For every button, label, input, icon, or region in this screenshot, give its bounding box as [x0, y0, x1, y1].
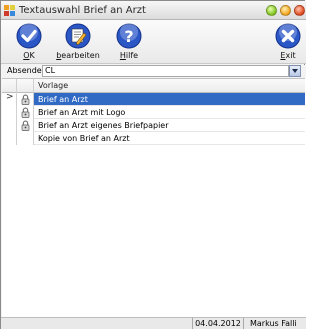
vorlage-name: Kopie von Brief an Arzt: [38, 134, 130, 143]
bearbeiten-label: bearbeiten: [56, 51, 100, 60]
table-row[interactable]: Brief an Arzt mit Logo: [2, 106, 305, 119]
current-row-marker: >: [6, 92, 14, 102]
lock-column-header: [17, 79, 34, 93]
lock-icon: [21, 94, 30, 105]
hilfe-label: Hilfe: [119, 51, 139, 60]
lock-icon: [21, 120, 30, 131]
status-date: 04.04.2012: [192, 318, 244, 329]
table-row[interactable]: Brief an Arzt eigenes Briefpapier: [2, 119, 305, 132]
hilfe-button[interactable]: ? Hilfe: [109, 22, 149, 62]
exit-label: Exit: [280, 51, 296, 60]
lock-icon: [21, 107, 30, 118]
checkmark-icon: [16, 23, 42, 49]
ok-label: OK: [23, 51, 35, 60]
lock-cell: [17, 132, 34, 145]
status-bar: 04.04.2012 Markus Falli: [1, 317, 306, 329]
absender-dropdown-button[interactable]: [289, 65, 301, 77]
row-indicator: [2, 106, 17, 119]
absender-select[interactable]: CL: [42, 65, 289, 77]
absender-label: Absender: [7, 66, 45, 75]
bearbeiten-button[interactable]: bearbeiten: [53, 22, 103, 62]
table-row[interactable]: Kopie von Brief an Arzt: [2, 132, 305, 145]
lock-cell: [17, 119, 34, 132]
close-icon: [275, 23, 301, 49]
close-window-button[interactable]: [294, 5, 305, 16]
table-row[interactable]: > Brief an Arzt: [2, 92, 305, 106]
status-user: Markus Falli: [250, 319, 297, 328]
title-bar[interactable]: Textauswahl Brief an Arzt: [1, 1, 306, 20]
indicator-column-header: [2, 79, 17, 93]
vorlage-name: Brief an Arzt mit Logo: [38, 108, 126, 117]
svg-text:?: ?: [124, 27, 133, 46]
lock-cell: [17, 106, 34, 119]
toolbar: OK bearbeiten ? Hilfe Exit: [1, 20, 306, 64]
dialog-window: Textauswahl Brief an Arzt OK bearbeiten …: [0, 0, 306, 329]
ok-button[interactable]: OK: [9, 22, 49, 62]
vorlage-column-header[interactable]: Vorlage: [34, 79, 305, 93]
maximize-button[interactable]: [280, 5, 291, 16]
grid-header: Vorlage: [2, 79, 305, 93]
exit-button[interactable]: Exit: [271, 22, 305, 62]
template-grid[interactable]: Vorlage > Brief an Arzt Brief an Arzt mit …: [2, 78, 305, 317]
help-icon: ?: [116, 23, 142, 49]
window-title: Textauswahl Brief an Arzt: [19, 5, 146, 16]
chevron-down-icon: [292, 69, 298, 73]
absender-row: Absender CL: [1, 65, 306, 78]
app-icon: [4, 5, 15, 16]
vorlage-name: Brief an Arzt eigenes Briefpapier: [38, 121, 169, 130]
row-indicator: >: [2, 92, 17, 106]
row-indicator: [2, 119, 17, 132]
vorlage-name: Brief an Arzt: [38, 95, 88, 104]
lock-cell: [17, 93, 34, 106]
minimize-button[interactable]: [266, 5, 277, 16]
row-indicator: [2, 132, 17, 145]
edit-document-icon: [65, 23, 91, 49]
